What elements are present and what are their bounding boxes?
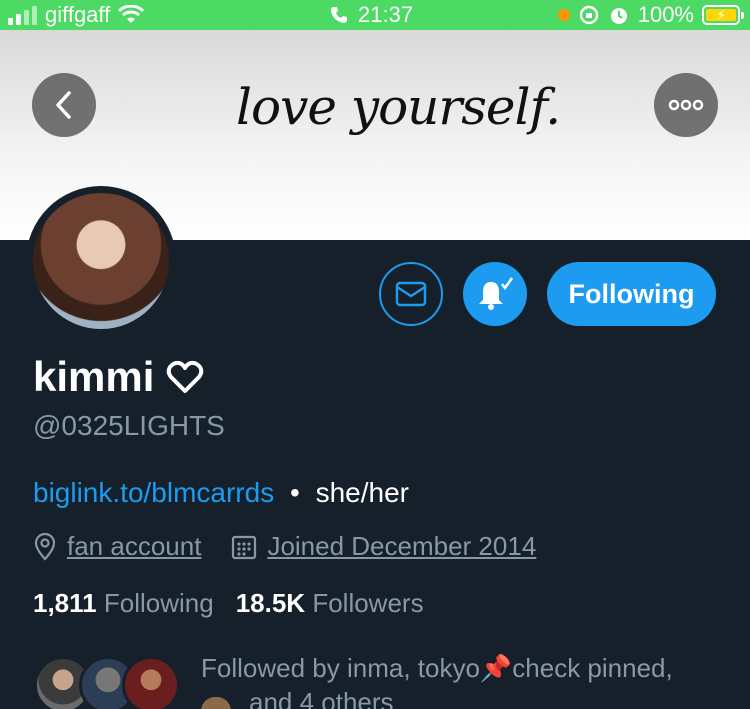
following-button[interactable]: Following [547,262,716,326]
more-dots-icon [668,99,704,111]
clock: 21:37 [358,2,414,27]
signal-icon [8,5,37,25]
followers-count: 18.5K [235,588,306,618]
battery-percent: 100% [637,2,694,27]
following-count: 1,811 [33,588,97,618]
location-text[interactable]: fan account [67,531,201,562]
followed-by-text[interactable]: Followed by inma, tokyo📌check pinned, an… [201,651,721,709]
follow-counts: 1,811 Following 18.5K Followers [33,588,424,619]
mic-indicator-icon [557,9,570,21]
avatar-photo [33,193,169,329]
carrier-name: giffgaff [45,2,111,27]
following-label: Following [103,588,214,618]
calendar-icon [232,535,257,559]
alarm-icon [610,8,627,24]
profile-name-row: kimmi [33,353,204,401]
heart-outline-icon [167,360,204,393]
banner-text: love yourself. [236,78,561,136]
envelope-icon [395,281,427,307]
follower-avatar-icon [201,697,231,709]
location-pin-icon [34,532,56,561]
profile-avatar[interactable] [26,186,176,336]
more-options-button[interactable] [654,73,718,137]
followers-count-link[interactable]: 18.5K Followers [236,588,424,619]
bio-separator: • [289,477,300,508]
bell-check-icon [479,277,514,310]
status-bar: giffgaff 21:37 100% ⚡ [0,0,750,30]
phone-icon [331,7,347,23]
following-count-link[interactable]: 1,811 Following [33,588,214,619]
followed-by-avatars[interactable] [34,656,184,709]
pushpin-icon: 📌 [479,653,513,683]
profile-meta: fan account Joined December 2014 [33,531,536,562]
wifi-icon [118,5,145,23]
joined-item: Joined December 2014 [231,531,536,562]
battery-charging-icon: ⚡ [702,5,744,25]
message-button[interactable] [379,262,443,326]
location-item: fan account [33,531,201,562]
notifications-button[interactable] [463,262,527,326]
followed-by-prefix: Followed by inma, tokyo [201,653,480,683]
chevron-left-icon [56,91,71,119]
orientation-lock-icon [579,5,598,25]
followers-label: Followers [312,588,424,618]
profile-handle: @0325LIGHTS [33,410,225,441]
bio-link[interactable]: biglink.to/blmcarrds [33,477,274,508]
avatar [122,656,180,709]
back-button[interactable] [32,73,96,137]
profile-name: kimmi [33,353,155,400]
joined-text: Joined December 2014 [267,531,537,561]
profile-bio: biglink.to/blmcarrds • she/her [33,477,409,509]
bio-text: she/her [315,477,409,508]
followed-by-others: and 4 others [249,687,394,709]
followed-by-suffix: check pinned, [512,653,673,683]
